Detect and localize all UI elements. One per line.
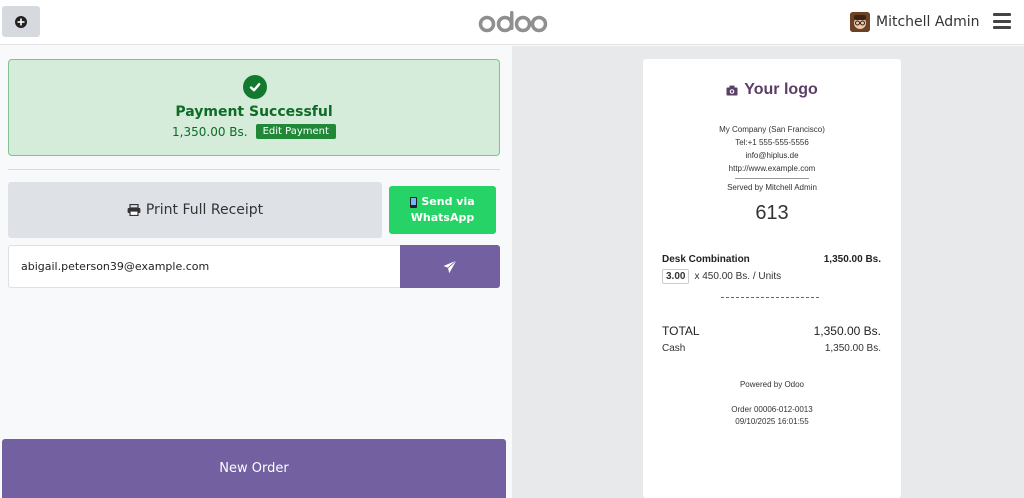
payment-success-title: Payment Successful <box>175 104 333 120</box>
receipt-line-qty: 3.00 <box>662 269 690 284</box>
receipt-logo-text: Your logo <box>744 81 818 98</box>
receipt-separator <box>735 178 809 179</box>
check-circle-icon <box>243 75 267 99</box>
whatsapp-label-1: Send via <box>421 195 475 208</box>
receipt-tel: Tel:+1 555-555-5556 <box>735 138 809 147</box>
receipt-preview-panel: Your logo My Company (San Francisco) Tel… <box>512 46 1024 498</box>
receipt-order-ref: Order 00006-012-0013 <box>731 405 813 414</box>
edit-payment-button[interactable]: Edit Payment <box>255 124 336 139</box>
print-full-receipt-button[interactable]: Print Full Receipt <box>8 182 382 238</box>
send-email-button[interactable] <box>400 245 500 288</box>
payment-actions-panel: Payment Successful 1,350.00 Bs. Edit Pay… <box>0 46 512 498</box>
receipt-cash-value: 1,350.00 Bs. <box>824 343 881 354</box>
payment-amount-row: 1,350.00 Bs. Edit Payment <box>9 124 499 139</box>
receipt-website: http://www.example.com <box>728 164 816 173</box>
receipt-email: info@hiplus.de <box>745 151 799 160</box>
receipt-line-unit-price: x 450.00 Bs. / Units <box>694 271 782 282</box>
print-full-receipt-label: Print Full Receipt <box>145 202 264 218</box>
paper-plane-icon <box>443 259 457 273</box>
whatsapp-line1: Send via <box>410 194 475 210</box>
user-avatar-icon <box>850 12 870 32</box>
new-tab-button[interactable] <box>2 6 40 37</box>
receipt-powered-by: Powered by Odoo <box>739 380 805 389</box>
new-order-button[interactable]: New Order <box>2 439 506 498</box>
receipt-datetime: 09/10/2025 16:01:55 <box>735 417 809 426</box>
payment-amount: 1,350.00 Bs. <box>172 124 248 139</box>
payment-success-alert: Payment Successful 1,350.00 Bs. Edit Pay… <box>8 59 500 156</box>
email-input[interactable] <box>8 245 400 288</box>
receipt-cash-label: Cash <box>662 343 686 354</box>
top-navbar: Mitchell Admin <box>0 0 1024 45</box>
hamburger-menu-icon[interactable] <box>993 13 1011 29</box>
receipt-total-label: TOTAL <box>662 324 700 338</box>
odoo-logo-icon <box>478 11 548 33</box>
receipt-order-number: 613 <box>755 202 789 224</box>
avatar <box>850 12 870 32</box>
camera-icon <box>726 85 738 95</box>
send-whatsapp-button[interactable]: Send via WhatsApp <box>389 186 496 234</box>
mobile-phone-icon <box>410 196 418 208</box>
receipt-company: My Company (San Francisco) <box>719 125 825 134</box>
user-name: Mitchell Admin <box>876 14 980 30</box>
receipt-total-value: 1,350.00 Bs. <box>813 324 881 338</box>
receipt: Your logo My Company (San Francisco) Tel… <box>643 59 901 498</box>
plus-circle-icon <box>15 15 27 28</box>
receipt-dashed-separator <box>721 297 819 298</box>
receipt-served-by: Served by Mitchell Admin <box>727 183 817 192</box>
printer-icon <box>127 204 141 216</box>
user-menu[interactable]: Mitchell Admin <box>850 11 980 33</box>
receipt-logo: Your logo <box>643 81 901 99</box>
receipt-line-qty-row: 3.00 x 450.00 Bs. / Units <box>662 269 781 284</box>
receipt-line-price: 1,350.00 Bs. <box>823 254 881 265</box>
receipt-line-product: Desk Combination <box>662 254 750 265</box>
whatsapp-label-2: WhatsApp <box>410 211 475 224</box>
odoo-logo <box>478 8 548 36</box>
divider <box>8 169 500 170</box>
